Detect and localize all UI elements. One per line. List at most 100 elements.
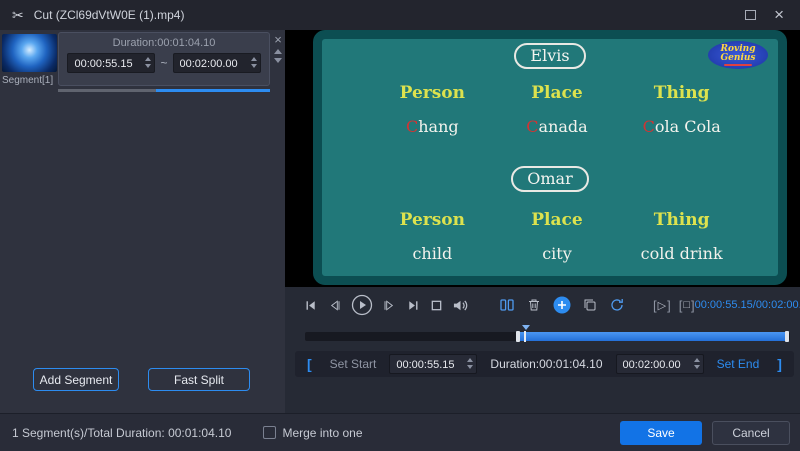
- add-icon[interactable]: [553, 296, 571, 314]
- segment-time-row: ~: [59, 53, 269, 73]
- header-cell: Place: [531, 83, 583, 103]
- start-time-input[interactable]: [390, 356, 477, 374]
- split-icon[interactable]: [499, 297, 515, 313]
- header-cell: Thing: [653, 210, 710, 230]
- reset-icon[interactable]: [609, 297, 625, 313]
- timeline[interactable]: [305, 325, 790, 343]
- word-cell: Cola Cola: [619, 117, 744, 136]
- merge-into-one-option[interactable]: Merge into one: [263, 426, 363, 440]
- set-start-button[interactable]: [ Set Start: [307, 356, 376, 372]
- frame-back-icon[interactable]: [327, 298, 342, 313]
- cut-dialog: ✂ Cut (ZCl69dVtW0E (1).mp4) × Duration:0…: [0, 0, 800, 451]
- segment-start-steppers[interactable]: [145, 57, 152, 68]
- segment-start-input[interactable]: [68, 55, 155, 73]
- play-button[interactable]: [351, 294, 373, 316]
- timeline-selection[interactable]: [518, 332, 788, 341]
- word-rest: city: [542, 244, 572, 263]
- stepper-down-icon[interactable]: [250, 64, 257, 68]
- video-slide: Roving Genius Elvis Person Place Thing C…: [313, 30, 787, 285]
- stepper-up-icon[interactable]: [145, 57, 152, 61]
- word-cell: Chang: [370, 117, 495, 136]
- set-end-button[interactable]: Set End ]: [717, 356, 782, 372]
- cancel-button[interactable]: Cancel: [712, 420, 790, 445]
- time-total: 00:02:00.00: [755, 299, 800, 311]
- merge-checkbox[interactable]: [263, 426, 277, 439]
- window-controls: ×: [745, 6, 784, 23]
- add-segment-button[interactable]: Add Segment: [33, 368, 119, 391]
- header-row-1: Person Place Thing: [322, 83, 778, 103]
- maximize-button[interactable]: [745, 10, 757, 20]
- word-cell: child: [370, 244, 495, 263]
- set-start-label: Set Start: [329, 357, 377, 371]
- transport-group: [303, 294, 469, 316]
- roving-genius-logo: Roving Genius: [708, 41, 768, 69]
- frame-forward-icon[interactable]: [382, 298, 397, 313]
- word-rest: anada: [538, 117, 588, 136]
- video-preview[interactable]: Roving Genius Elvis Person Place Thing C…: [285, 30, 800, 287]
- stepper-down-icon[interactable]: [467, 365, 474, 369]
- segment-start-field: [67, 53, 156, 73]
- start-time-steppers[interactable]: [467, 358, 474, 369]
- word-cell: cold drink: [619, 244, 744, 263]
- range-separator: ~: [160, 56, 168, 70]
- play-segment-button[interactable]: [ ▷ ]: [653, 298, 671, 313]
- segment-end-field: [172, 53, 261, 73]
- stepper-up-icon[interactable]: [467, 358, 474, 362]
- start-time-field: [389, 354, 478, 374]
- segment-duration-label: Duration:00:01:04.10: [112, 37, 216, 49]
- volume-icon[interactable]: [452, 298, 469, 313]
- stop-segment-button[interactable]: [ □ ]: [679, 298, 695, 313]
- copy-icon[interactable]: [582, 297, 598, 313]
- footer-bar: 1 Segment(s)/Total Duration: 00:01:04.10…: [0, 413, 800, 451]
- header-cell: Thing: [653, 83, 710, 103]
- set-end-label: Set End: [716, 357, 760, 371]
- segment-mini-progress: [58, 89, 270, 92]
- segment-thumbnail-label: Segment[1]: [2, 75, 54, 86]
- segment-mini-progress-fill: [155, 89, 270, 92]
- chevron-up-icon[interactable]: [274, 49, 282, 54]
- transport-bar: [ ▷ ] [ □ ] 00:00:55.15/00:02:00.00: [303, 293, 800, 317]
- header-cell: Place: [531, 210, 583, 230]
- end-time-field: [615, 354, 704, 374]
- time-current: 00:00:55.15: [694, 299, 753, 311]
- header-cell: Person: [399, 210, 466, 230]
- word-initial: C: [526, 117, 539, 136]
- stop-icon[interactable]: [430, 299, 443, 312]
- set-start-bracket: [: [307, 356, 312, 372]
- logo-text-line2: Genius: [720, 52, 756, 63]
- stepper-up-icon[interactable]: [250, 57, 257, 61]
- stepper-up-icon[interactable]: [693, 358, 700, 362]
- selection-end-handle[interactable]: [785, 331, 790, 342]
- word-rest: ola Cola: [654, 117, 721, 136]
- segment-panel: Duration:00:01:04.10 ~: [0, 30, 285, 413]
- save-button[interactable]: Save: [620, 420, 702, 445]
- duration-label: Duration:00:01:04.10: [490, 357, 603, 371]
- word-initial: C: [406, 117, 419, 136]
- merge-label[interactable]: Merge into one: [282, 426, 362, 440]
- close-button[interactable]: ×: [774, 6, 784, 23]
- delete-icon[interactable]: [526, 297, 542, 313]
- end-time-steppers[interactable]: [693, 358, 700, 369]
- stepper-down-icon[interactable]: [145, 64, 152, 68]
- segment-thumbnail[interactable]: [2, 34, 57, 72]
- playhead-marker[interactable]: [522, 325, 531, 330]
- logo-swoosh: [724, 63, 752, 66]
- playhead-line[interactable]: [524, 331, 527, 342]
- skip-start-icon[interactable]: [303, 298, 318, 313]
- segment-end-steppers[interactable]: [250, 57, 257, 68]
- segment-editor: Duration:00:01:04.10 ~: [58, 32, 270, 86]
- word-cell: Canada: [495, 117, 620, 136]
- chevron-down-icon[interactable]: [274, 58, 282, 63]
- bracket-glyph: ]: [667, 297, 671, 313]
- preview-segment-group: [ ▷ ] [ □ ]: [653, 298, 695, 313]
- fast-split-button[interactable]: Fast Split: [148, 368, 250, 391]
- remove-segment-icon[interactable]: ×: [274, 33, 282, 46]
- skip-end-icon[interactable]: [406, 298, 421, 313]
- stepper-down-icon[interactable]: [693, 365, 700, 369]
- end-time-input[interactable]: [616, 356, 703, 374]
- word-initial: C: [642, 117, 655, 136]
- segment-end-input[interactable]: [173, 55, 260, 73]
- set-end-bracket: ]: [777, 356, 782, 372]
- selection-start-handle[interactable]: [516, 331, 521, 342]
- word-row-1: Chang Canada Cola Cola: [322, 117, 778, 136]
